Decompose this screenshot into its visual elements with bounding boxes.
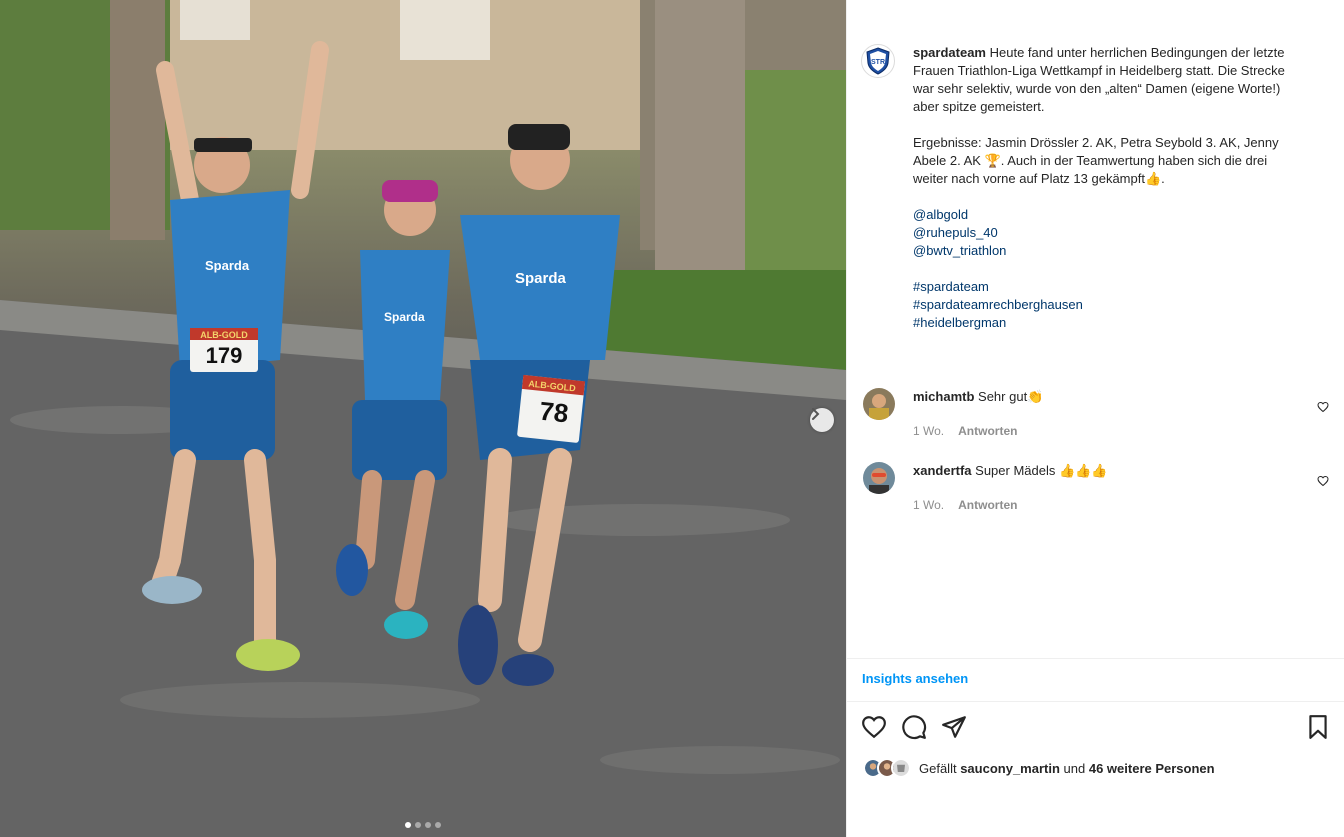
carousel-indicator bbox=[0, 822, 846, 828]
post-side-panel: STR spardateam Heute fand unter herrlich… bbox=[846, 0, 1344, 837]
liker-username[interactable]: saucony_martin bbox=[960, 761, 1060, 776]
comment-bubble-icon bbox=[902, 715, 927, 740]
foliage-right bbox=[740, 70, 846, 270]
commenter-avatar[interactable] bbox=[863, 462, 895, 494]
comment-text: Sehr gut👏 bbox=[978, 389, 1044, 404]
caption-line: Frauen Triathlon-Liga Wettkampf in Heide… bbox=[913, 63, 1285, 78]
chevron-right-icon bbox=[812, 408, 820, 420]
carousel-dot bbox=[415, 822, 421, 828]
likes-others-link[interactable]: 46 weitere Personen bbox=[1089, 761, 1215, 776]
building-window bbox=[400, 0, 490, 60]
mention-link[interactable]: @bwtv_triathlon bbox=[913, 242, 1315, 260]
caption-text-block: spardateam Heute fand unter herrlichen B… bbox=[913, 44, 1315, 332]
comment-item: xandertfa Super Mädels 👍👍👍 1 Wo. Antwort… bbox=[863, 462, 1329, 514]
mention-link[interactable]: @ruhepuls_40 bbox=[913, 224, 1315, 242]
heart-icon bbox=[1317, 401, 1329, 413]
hashtag-link[interactable]: #spardateamrechberghausen bbox=[913, 296, 1315, 314]
results-line: weiter nach vorne auf Platz 13 gekämpft👍… bbox=[913, 171, 1165, 186]
likes-middle: und bbox=[1063, 760, 1086, 776]
building-window bbox=[180, 0, 250, 40]
bib-sponsor-left: ALB-GOLD bbox=[200, 330, 248, 340]
owner-logo-text: STR bbox=[871, 59, 885, 66]
comment-button[interactable] bbox=[901, 714, 927, 745]
tree-trunk bbox=[110, 0, 165, 240]
comment-age: 1 Wo. bbox=[913, 498, 945, 512]
mention-link[interactable]: @albgold bbox=[913, 206, 1315, 224]
comment-text: Super Mädels 👍👍👍 bbox=[975, 463, 1108, 478]
team-shield-icon: STR bbox=[866, 47, 890, 75]
reply-button[interactable]: Antworten bbox=[958, 496, 1017, 514]
carousel-dot bbox=[405, 822, 411, 828]
bookmark-icon bbox=[1309, 715, 1327, 739]
commenter-username[interactable]: xandertfa bbox=[913, 463, 972, 478]
share-button[interactable] bbox=[941, 714, 967, 745]
heart-icon bbox=[862, 716, 886, 739]
jersey-text-middle: Sparda bbox=[384, 310, 425, 324]
post-photo[interactable]: ALB-GOLD 179 ALB-GOLD 78 Sparda Sparda S… bbox=[0, 0, 846, 837]
comment-like-button[interactable] bbox=[1317, 400, 1329, 418]
post-caption: STR spardateam Heute fand unter herrlich… bbox=[861, 44, 1331, 332]
reply-button[interactable]: Antworten bbox=[958, 422, 1017, 440]
owner-username[interactable]: spardateam bbox=[913, 45, 986, 60]
liker-avatar bbox=[891, 758, 911, 778]
photo-illustration bbox=[0, 0, 846, 837]
commenter-avatar[interactable] bbox=[863, 388, 895, 420]
results-line: Ergebnisse: Jasmin Drössler 2. AK, Petra… bbox=[913, 135, 1279, 150]
post-actions-bar bbox=[861, 714, 1335, 742]
caption-line: spardateam Heute fand unter herrlichen B… bbox=[913, 45, 1285, 60]
paper-plane-icon bbox=[942, 716, 966, 738]
comment-like-button[interactable] bbox=[1317, 474, 1329, 492]
divider bbox=[847, 658, 1344, 659]
carousel-dot bbox=[435, 822, 441, 828]
comment-item: michamtb Sehr gut👏 1 Wo. Antworten bbox=[863, 388, 1329, 440]
divider bbox=[847, 701, 1344, 702]
caption-line: aber spitze gemeistert. bbox=[913, 99, 1045, 114]
owner-avatar[interactable]: STR bbox=[861, 44, 895, 78]
jersey-text-left: Sparda bbox=[205, 258, 250, 273]
jersey-text-right: Sparda bbox=[515, 270, 566, 287]
hashtag-link[interactable]: #heidelbergman bbox=[913, 314, 1315, 332]
comments-scroll-area[interactable]: STR spardateam Heute fand unter herrlich… bbox=[847, 30, 1344, 658]
insights-link[interactable]: Insights ansehen bbox=[862, 671, 968, 686]
carousel-dot bbox=[425, 822, 431, 828]
caption-line: war sehr selektiv, wurde von den „alten“… bbox=[913, 81, 1281, 96]
tree-trunk bbox=[655, 0, 745, 275]
like-button[interactable] bbox=[861, 714, 887, 745]
likes-prefix: Gefällt bbox=[919, 760, 957, 776]
comment-age: 1 Wo. bbox=[913, 424, 945, 438]
save-button[interactable] bbox=[1305, 714, 1331, 745]
hashtag-link[interactable]: #spardateam bbox=[913, 278, 1315, 296]
likes-summary[interactable]: Gefällt saucony_martin und 46 weitere Pe… bbox=[863, 758, 1215, 778]
results-line: Abele 2. AK 🏆. Auch in der Teamwertung h… bbox=[913, 153, 1268, 168]
bib-number-left: 179 bbox=[205, 343, 243, 368]
commenter-username[interactable]: michamtb bbox=[913, 389, 974, 404]
heart-icon bbox=[1317, 475, 1329, 487]
carousel-next-button[interactable] bbox=[810, 408, 834, 432]
